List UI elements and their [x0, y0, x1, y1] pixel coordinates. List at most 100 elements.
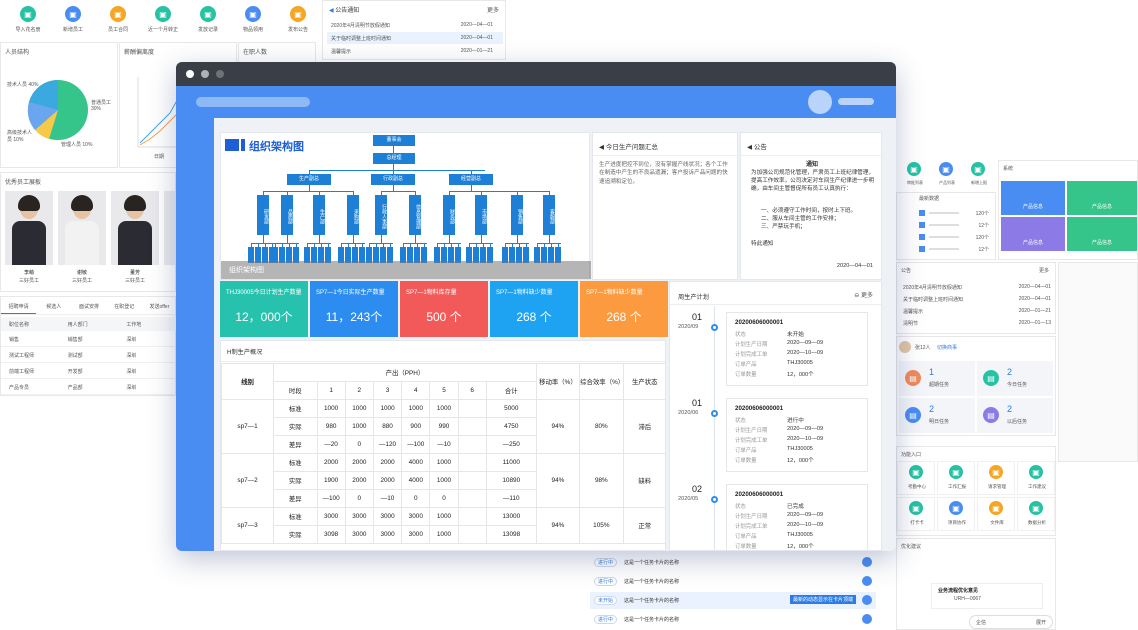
task-tag: 最新的动态显示在卡片顶端 — [790, 595, 857, 604]
org-node[interactable]: 市场部 — [475, 195, 487, 235]
chat-button[interactable]: 企信 — [976, 619, 986, 626]
org-node[interactable]: 财务部 — [443, 195, 455, 235]
entry-item[interactable]: ▣ 工作建议 — [1017, 461, 1055, 495]
right-quick-action[interactable]: ▣ 审批列表 — [900, 162, 930, 192]
employee-card[interactable]: 谢敏 三好员工 — [58, 191, 106, 289]
entry-item[interactable]: ▣ 工作汇报 — [937, 461, 975, 495]
task-summary-card[interactable]: ▤ 1 超期任务 — [899, 361, 975, 396]
suggest-card[interactable]: 业务流程优化意见 URH—0067 — [931, 583, 1043, 609]
entry-item[interactable]: ▣ 请求管理 — [977, 461, 1015, 495]
org-node[interactable]: 品质部 — [281, 195, 293, 235]
org-node[interactable]: 行政副总 — [371, 174, 415, 185]
recruit-tab[interactable]: 在职登记 — [107, 297, 142, 314]
plan-month: 2020/09 — [678, 324, 699, 330]
window-maximize-dot[interactable] — [216, 70, 224, 78]
notice-item[interactable]: 温馨提示 2020—01—21 — [901, 305, 1053, 317]
notice-item[interactable]: 2020年4月清明节放假通知 2020—04—01 — [327, 19, 503, 31]
window-minimize-dot[interactable] — [201, 70, 209, 78]
quick-action[interactable]: ▣ 近一个月转正 — [143, 4, 183, 38]
notice-item[interactable]: 关于临时调整上班时间通知 2020—04—01 — [327, 32, 503, 44]
right-quick-action[interactable]: ▣ 新增上报 — [964, 162, 994, 192]
org-node[interactable]: 销售部 — [511, 195, 523, 235]
org-node[interactable]: 采购部 — [347, 195, 359, 235]
entry-item[interactable]: ▣ 文件库 — [977, 497, 1015, 531]
kpi-card[interactable]: SP7—1物料库存量 500 个 — [400, 281, 488, 337]
plan-day: 02 — [692, 484, 703, 494]
recruit-tab[interactable]: 面试安排 — [71, 297, 106, 314]
quick-action[interactable]: ▣ 新增员工 — [53, 4, 93, 38]
org-node[interactable]: 生产副总 — [287, 174, 331, 185]
entry-item[interactable]: ▣ 考勤中心 — [897, 461, 935, 495]
org-node[interactable]: 客服部 — [543, 195, 555, 235]
table-row[interactable]: sp7—2 标准 2000 2000 2000 4000 1000 11000 94% 98% 缺料 — [221, 453, 665, 508]
switch-link[interactable]: 切换商事 — [937, 344, 957, 351]
employee-card[interactable]: 李萌 三好员工 — [5, 191, 53, 289]
right-quick-action[interactable]: ▣ 产品列表 — [932, 162, 962, 192]
table-row[interactable]: sp7—3 标准 3000 3000 3000 3000 1000 13000 94% 105% 正… — [221, 507, 665, 544]
org-node[interactable]: 生产部 — [313, 195, 325, 235]
notice-item[interactable]: 关于临时调整上班时间通知 2020—04—01 — [901, 293, 1053, 305]
task-card[interactable]: 进行中 这是一个任务卡片的名称 — [590, 554, 876, 571]
quick-action[interactable]: ▣ 导入花名册 — [8, 4, 48, 38]
notice-item[interactable]: 温馨提示 2020—01—21 — [327, 45, 503, 57]
notice-item[interactable]: 2020年4月清明节放假通知 2020—04—01 — [901, 281, 1053, 293]
tile[interactable]: 产品信息 — [1001, 217, 1065, 251]
kpi-card[interactable]: SP7—1物料缺少数量 268 个 — [490, 281, 578, 337]
kpi-card[interactable]: SP7—1物料缺少数量 268 个 — [580, 281, 668, 337]
tile[interactable]: 产品信息 — [1001, 181, 1065, 215]
entry-item[interactable]: ▣ 项目协作 — [937, 497, 975, 531]
kpi-card[interactable]: SP7—1今日实际生产数量 11，243个 — [310, 281, 398, 337]
expand-button[interactable]: 展开 — [1036, 619, 1046, 626]
plan-card[interactable]: 20200606000001 状态 未开始 计划生产日期 2020—09—09 计划完成工… — [726, 312, 868, 386]
org-node[interactable]: 总经理 — [373, 153, 415, 164]
employee-card[interactable]: 董芳 三好员工 — [111, 191, 159, 289]
recruit-tab[interactable]: 招聘申请 — [1, 297, 37, 314]
list-row[interactable]: 12个 — [919, 219, 993, 231]
value-cell: 2000 — [372, 471, 403, 490]
r-notice-more[interactable]: 更多 — [1039, 267, 1049, 274]
task-summary-card[interactable]: ▤ 2 明日任务 — [899, 398, 975, 433]
plan-card[interactable]: 20200606000001 状态 已完成 计划生产日期 2020—09—09 计划完成工… — [726, 484, 868, 550]
employee-name: 董芳 — [129, 270, 140, 276]
move-cell: 94% — [535, 399, 581, 454]
recruit-tab[interactable]: 候选人 — [36, 297, 71, 314]
org-node[interactable]: 董事会 — [373, 135, 415, 146]
entry-item[interactable]: ▣ 数据分析 — [1017, 497, 1055, 531]
table-row[interactable]: 销售 销售部 深圳 — [1, 331, 177, 347]
tile[interactable]: 产品信息 — [1067, 217, 1137, 251]
float-bar[interactable]: 企信 展开 — [969, 615, 1053, 629]
tile[interactable]: 产品信息 — [1067, 181, 1137, 215]
bg-right-sys-card: 系统 产品信息 产品信息 产品信息 产品信息 — [998, 160, 1138, 260]
table-row[interactable]: 产品专员 产品部 深圳 — [1, 379, 177, 395]
entry-item[interactable]: ▣ 打卡卡 — [897, 497, 935, 531]
plan-more[interactable]: ⊖ 更多 — [854, 290, 873, 299]
recruit-tab[interactable]: 发送offer — [142, 297, 177, 314]
org-node[interactable]: 研发部 — [257, 195, 269, 235]
user-avatar[interactable] — [808, 90, 832, 114]
line-x-label: 日期 — [154, 154, 165, 160]
task-card[interactable]: 未开始 这是一个任务卡片的名称 最新的动态显示在卡片顶端 — [590, 592, 876, 609]
table-row[interactable]: sp7—1 标准 1000 1000 1000 1000 1000 5000 94% 80% 滞后 — [221, 399, 665, 454]
task-summary-card[interactable]: ▤ 2 今日任务 — [977, 361, 1053, 396]
quick-action[interactable]: ▣ 发布公告 — [278, 4, 318, 38]
quick-action[interactable]: ▣ 员工合同 — [98, 4, 138, 38]
list-row[interactable]: 120个 — [919, 231, 993, 243]
task-card[interactable]: 进行中 这是一个任务卡片的名称 — [590, 573, 876, 590]
list-row[interactable]: 12个 — [919, 243, 993, 255]
org-node[interactable]: 经营副总 — [449, 174, 493, 185]
eff-cell: 98% — [579, 453, 624, 508]
notice-item[interactable]: 清明节 2020—01—13 — [901, 317, 1053, 329]
window-close-dot[interactable] — [186, 70, 194, 78]
org-node[interactable]: 行政人事部 — [375, 195, 387, 235]
plan-card[interactable]: 20200606000001 状态 进行中 计划生产日期 2020—09—09 计划完成工… — [726, 398, 868, 472]
quick-action[interactable]: ▣ 物品领用 — [233, 4, 273, 38]
bg-notice-more[interactable]: 更多 — [487, 5, 499, 14]
org-node[interactable]: 信息管理部 — [409, 195, 421, 235]
quick-action[interactable]: ▣ 发放记录 — [188, 4, 228, 38]
task-summary-card[interactable]: ▤ 2 以后任务 — [977, 398, 1053, 433]
kpi-card[interactable]: THJ30005今日计划生产数量 12，000个 — [220, 281, 308, 337]
table-row[interactable]: 测试工程师 测试部 深圳 — [1, 347, 177, 363]
list-row[interactable]: 120个 — [919, 207, 993, 219]
table-row[interactable]: 前端工程师 开发部 深圳 — [1, 363, 177, 379]
task-card[interactable]: 进行中 这是一个任务卡片的名称 — [590, 611, 876, 628]
